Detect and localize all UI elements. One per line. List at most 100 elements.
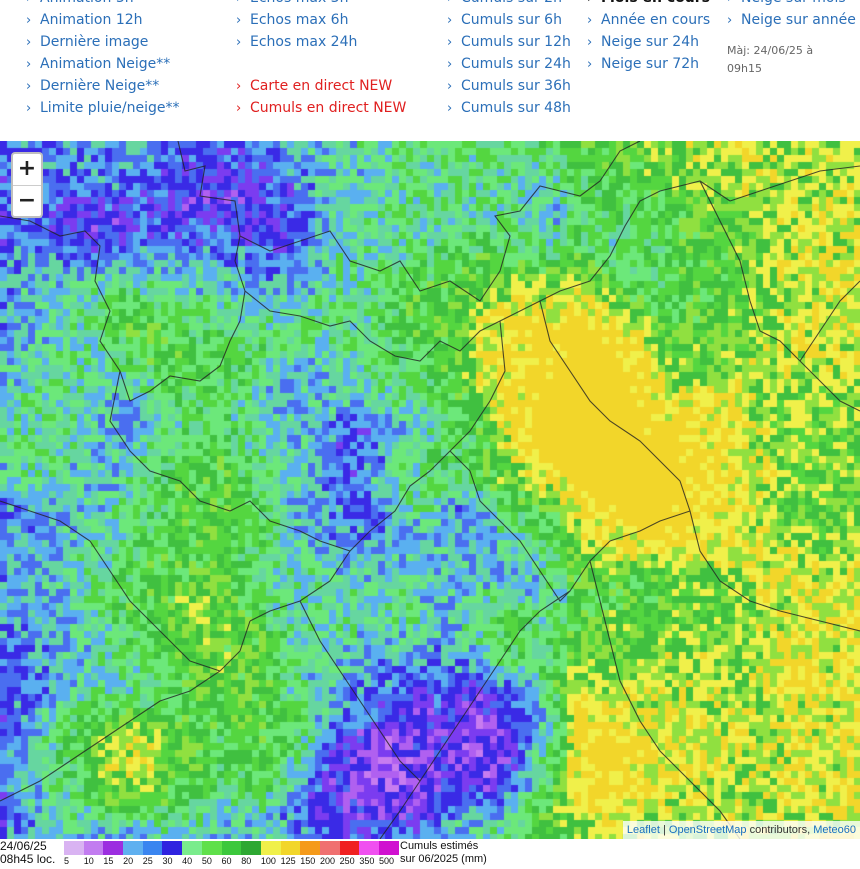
chevron-right-icon: › [236, 79, 242, 94]
department-borders-layer [0, 141, 860, 839]
nav-link-label: Carte en direct NEW [250, 78, 393, 94]
chevron-right-icon: › [26, 57, 32, 72]
legend-tick: 200 [319, 856, 335, 866]
nav-link-periods-1[interactable]: › Neige sur 24h [587, 31, 710, 53]
nav-link-label: Cumuls sur 24h [461, 56, 571, 72]
nav-link-snow-1[interactable]: › Neige sur année [727, 9, 856, 31]
nav-link-active-0[interactable]: ›Mois en cours [587, 0, 710, 9]
legend-tick: 50 [201, 856, 212, 866]
legend-tick: 25 [142, 856, 153, 866]
nav-link-label: Cumuls en direct NEW [250, 100, 407, 116]
nav-link-label: Echos max 3h [250, 0, 348, 6]
legend-title-line2: sur 06/2025 (mm) [400, 853, 487, 865]
chevron-right-icon: › [236, 101, 242, 116]
legend-swatch [83, 841, 104, 855]
radar-nav: ›Animation 3h › Animation 12h › Dernière ima… [0, 0, 860, 141]
nav-link-direct-0[interactable]: › Carte en direct NEW [236, 75, 406, 97]
chevron-right-icon: › [447, 57, 453, 72]
nav-column-cumuls: ›Cumuls sur 2h›Cumuls sur 6h›Cumuls sur … [447, 0, 571, 119]
legend-tick: 250 [339, 856, 355, 866]
legend-swatch [359, 841, 379, 855]
legend-tick: 15 [103, 856, 114, 866]
legend-tick: 20 [123, 856, 134, 866]
nav-link-label: Limite pluie/neige** [40, 100, 180, 116]
legend-swatch [221, 841, 242, 855]
legend-tick: 60 [221, 856, 232, 866]
legend-swatch [103, 841, 124, 855]
nav-link-periods-2[interactable]: › Neige sur 72h [587, 53, 710, 75]
chevron-right-icon: › [447, 101, 453, 116]
nav-link-label: Cumuls sur 6h [461, 12, 562, 28]
legend-title-line1: Cumuls estimés [400, 840, 479, 852]
chevron-right-icon: › [587, 35, 593, 50]
zoom-in-button[interactable]: + [13, 154, 41, 185]
last-update-text: Màj: 24/06/25 à 09h15 [727, 44, 814, 75]
attribution-contributors: contributors, [746, 824, 814, 836]
legend-swatch [182, 841, 202, 855]
chevron-right-icon: › [236, 13, 242, 28]
nav-link-animations-4[interactable]: › Dernière Neige** [26, 75, 180, 97]
nav-column-animations: ›Animation 3h › Animation 12h › Dernière ima… [26, 0, 180, 119]
nav-link-label: Cumuls sur 36h [461, 78, 571, 94]
openstreetmap-link[interactable]: OpenStreetMap [669, 824, 747, 836]
legend-tick: 10 [83, 856, 94, 866]
nav-link-label: Cumuls sur 2h [461, 0, 562, 6]
nav-link-periods-0[interactable]: › Année en cours [587, 9, 710, 31]
nav-link-animations-1[interactable]: › Animation 12h [26, 9, 180, 31]
nav-link-echos-1[interactable]: › Echos max 6h [236, 9, 406, 31]
nav-link-label: Animation 12h [40, 12, 143, 28]
nav-link-animations-3[interactable]: › Animation Neige** [26, 53, 180, 75]
legend-tick: 80 [241, 856, 252, 866]
legend-tick: 350 [359, 856, 375, 866]
nav-link-cumuls-4[interactable]: › Cumuls sur 36h [447, 75, 571, 97]
nav-column-snow: ›Neige sur mois › Neige sur année [727, 0, 856, 31]
legend-tick-labels: 5 10 15 20 25 30 40 50 60 80 100 125 150 200 250 350 500 [64, 855, 399, 867]
leaflet-link[interactable]: Leaflet [627, 824, 660, 836]
chevron-right-icon: › [727, 13, 733, 28]
legend-tick: 30 [162, 856, 173, 866]
nav-link-echos-2[interactable]: › Echos max 24h [236, 31, 406, 53]
legend-swatch [300, 841, 320, 855]
chevron-right-icon: › [26, 13, 32, 28]
nav-column-periods: ›Mois en cours›Année en cours›Neige sur … [587, 0, 710, 75]
nav-link-label: Neige sur 24h [601, 34, 699, 50]
nav-link-label: Dernière image [40, 34, 149, 50]
chevron-right-icon: › [447, 35, 453, 50]
legend-tick: 150 [300, 856, 316, 866]
legend-time: 08h45 loc. [0, 852, 56, 866]
nav-link-cumuls-1[interactable]: › Cumuls sur 6h [447, 9, 571, 31]
map-attribution: Leaflet | OpenStreetMap contributors, Me… [622, 821, 860, 839]
nav-link-cumuls-2[interactable]: › Cumuls sur 12h [447, 31, 571, 53]
legend-swatch [142, 841, 163, 855]
zoom-out-button[interactable]: − [13, 185, 41, 217]
nav-link-echos-0[interactable]: ›Echos max 3h [236, 0, 406, 9]
legend-swatch [123, 841, 143, 855]
legend-timestamp: 24/06/25 08h45 loc. [0, 840, 55, 866]
nav-link-direct-1[interactable]: › Cumuls en direct NEW [236, 97, 406, 119]
meteo60-link[interactable]: Meteo60 [813, 824, 856, 836]
chevron-right-icon: › [26, 35, 32, 50]
chevron-right-icon: › [447, 13, 453, 28]
legend-tick: 5 [64, 856, 70, 866]
nav-link-snow-0[interactable]: ›Neige sur mois [727, 0, 856, 9]
precipitation-legend: 24/06/25 08h45 loc. 5 10 15 20 25 30 40 50 60 80 1… [0, 839, 860, 869]
legend-swatch [379, 841, 399, 855]
nav-link-cumuls-5[interactable]: › Cumuls sur 48h [447, 97, 571, 119]
nav-link-cumuls-3[interactable]: › Cumuls sur 24h [447, 53, 571, 75]
chevron-right-icon: › [26, 101, 32, 116]
nav-link-cumuls-0[interactable]: ›Cumuls sur 2h [447, 0, 571, 9]
legend-swatch [241, 841, 261, 855]
nav-link-label: Neige sur mois [741, 0, 846, 6]
precipitation-map[interactable]: + − Leaflet | OpenStreetMap contributors… [0, 141, 860, 839]
nav-link-animations-2[interactable]: › Dernière image [26, 31, 180, 53]
chevron-right-icon: › [26, 79, 32, 94]
nav-link-animations-0[interactable]: ›Animation 3h [26, 0, 180, 9]
nav-link-label: Animation Neige** [40, 56, 171, 72]
nav-link-animations-5[interactable]: › Limite pluie/neige** [26, 97, 180, 119]
nav-column-echos: ›Echos max 3h›Echos max 6h›Echos max 24h… [236, 0, 406, 119]
legend-swatch [280, 841, 301, 855]
nav-link-label: Année en cours [601, 12, 711, 28]
legend-swatch [339, 841, 360, 855]
nav-link-label: Neige sur année [741, 12, 856, 28]
